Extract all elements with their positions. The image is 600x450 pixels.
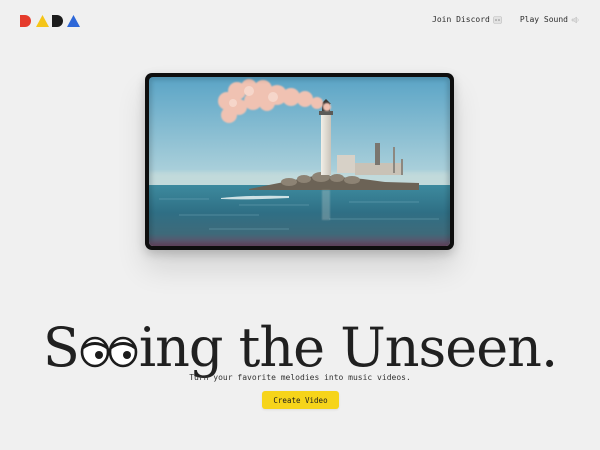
video-preview-frame[interactable] xyxy=(145,73,454,250)
play-sound-label: Play Sound xyxy=(519,15,568,24)
headline-start: S xyxy=(42,316,80,380)
join-discord-label: Join Discord xyxy=(432,15,490,24)
create-video-button[interactable]: Create Video xyxy=(262,391,339,409)
eyes-icon xyxy=(80,311,138,368)
headline-end: ing the Unseen. xyxy=(138,316,558,380)
top-nav: Join Discord Play Sound xyxy=(432,15,580,24)
play-sound-link[interactable]: Play Sound xyxy=(520,15,580,24)
lighthouse-video-scene xyxy=(149,77,450,246)
join-discord-link[interactable]: Join Discord xyxy=(432,15,502,24)
discord-icon xyxy=(493,15,502,24)
hero-subtitle: Turn your favorite melodies into music v… xyxy=(189,373,411,382)
dada-logo[interactable] xyxy=(20,14,80,28)
speaker-icon xyxy=(571,15,580,24)
site-header: Join Discord Play Sound xyxy=(0,0,600,40)
